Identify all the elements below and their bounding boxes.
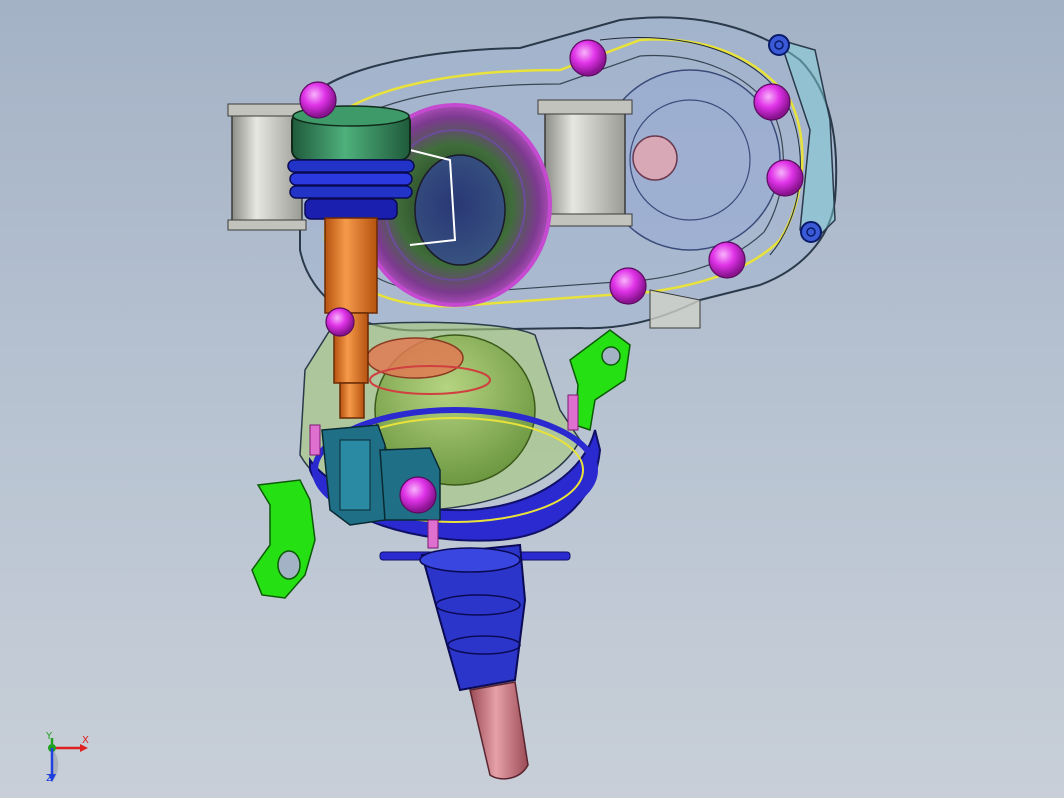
cad-assembly-model[interactable] (0, 0, 1064, 798)
bolt (299, 81, 337, 119)
3d-viewport[interactable]: X Y Z (0, 0, 1064, 798)
bolt (609, 267, 647, 305)
y-axis-label: Y (46, 731, 53, 742)
mounting-bracket-right[interactable] (569, 329, 631, 431)
output-shaft[interactable] (419, 543, 529, 780)
mounting-bracket-left[interactable] (251, 479, 316, 599)
bolt (753, 83, 791, 121)
x-axis-label: X (82, 735, 89, 746)
z-axis-label: Z (46, 773, 53, 784)
bolt (708, 241, 746, 279)
bolt (325, 307, 355, 337)
bolt (766, 159, 804, 197)
bolt (399, 476, 437, 514)
bolt (569, 39, 607, 77)
middle-roller-cylinder[interactable] (537, 99, 633, 227)
